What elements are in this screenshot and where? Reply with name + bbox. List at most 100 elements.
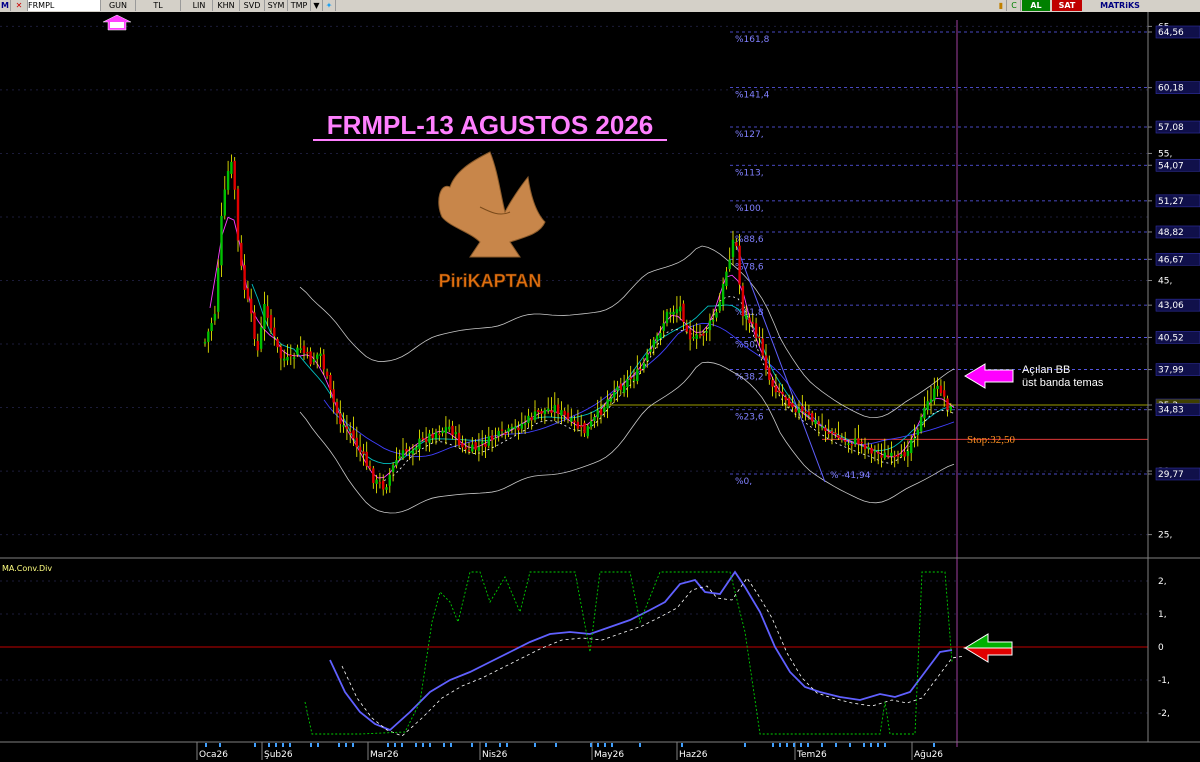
candle-body xyxy=(213,313,217,321)
dropdown-icon[interactable]: ▼ xyxy=(311,0,323,11)
candle-body xyxy=(910,439,913,454)
candle-body xyxy=(322,354,325,370)
fib-label: %113, xyxy=(735,168,764,178)
candle-body xyxy=(306,352,309,354)
volume-dot xyxy=(590,743,592,747)
candle-body xyxy=(537,410,540,413)
price-tick-label: 34,83 xyxy=(1158,406,1184,416)
candle-body xyxy=(312,359,316,362)
volume-dot xyxy=(744,743,746,747)
candle-body xyxy=(715,312,718,318)
candle-body xyxy=(675,309,679,314)
candle-body xyxy=(385,487,388,490)
volume-dot xyxy=(415,743,417,747)
twitter-icon[interactable]: ✦ xyxy=(323,0,336,11)
candle-body xyxy=(847,443,850,445)
candle-body xyxy=(873,450,877,452)
candle-body xyxy=(906,450,910,456)
candle-body xyxy=(778,390,781,393)
candle-body xyxy=(553,405,556,413)
symbol-button[interactable]: SYM xyxy=(265,0,288,11)
candle-body xyxy=(454,432,457,435)
candle-body xyxy=(474,442,477,450)
candle-body xyxy=(735,242,738,247)
candle-body xyxy=(246,288,250,300)
candle-body xyxy=(890,452,893,457)
candle-body xyxy=(632,379,636,381)
candle-body xyxy=(319,353,322,357)
volume-dot xyxy=(268,743,270,747)
lock-icon[interactable]: ▮ xyxy=(996,0,1007,11)
app-logo: M xyxy=(0,0,11,11)
candle-body xyxy=(415,447,418,451)
candle-body xyxy=(365,451,368,467)
volume-button[interactable]: SVD xyxy=(240,0,265,11)
volume-dot xyxy=(807,743,809,747)
candle-body xyxy=(662,323,665,331)
candle-body xyxy=(867,447,870,449)
candle-body xyxy=(688,330,692,340)
candle-body xyxy=(563,410,566,416)
buy-button[interactable]: AL xyxy=(1022,0,1050,11)
candle-body xyxy=(418,438,421,449)
candle-body xyxy=(368,466,372,469)
candle-body xyxy=(672,311,675,315)
volume-dot xyxy=(555,743,557,747)
candle-body xyxy=(814,420,817,425)
line-button[interactable]: LIN xyxy=(186,0,213,11)
candle-body xyxy=(652,340,655,348)
volume-dot xyxy=(786,743,788,747)
month-label: May26 xyxy=(594,750,624,760)
period-selector[interactable]: GUN xyxy=(101,0,136,11)
candle-body xyxy=(566,412,570,419)
candle-body xyxy=(530,416,533,421)
candle-body xyxy=(860,441,863,444)
candle-body xyxy=(764,355,768,370)
sell-button[interactable]: SAT xyxy=(1052,0,1082,11)
candle-body xyxy=(550,410,553,413)
candle-body xyxy=(807,411,811,416)
candle-body xyxy=(655,335,659,341)
candle-body xyxy=(203,341,207,344)
volume-dot xyxy=(205,743,207,747)
template-button[interactable]: TMP xyxy=(288,0,311,11)
candle-body xyxy=(428,433,431,443)
candle-body xyxy=(712,319,715,322)
candle-body xyxy=(240,242,243,266)
symbol-input[interactable]: FRMPL xyxy=(28,0,101,11)
candle-body xyxy=(296,347,299,355)
candle-body xyxy=(870,447,873,454)
brand-label: MATRiKS xyxy=(1100,1,1140,10)
volume-dot xyxy=(282,743,284,747)
candle-body xyxy=(685,324,688,332)
fib-label: %127, xyxy=(735,130,764,140)
candle-body xyxy=(616,386,619,391)
candle-body xyxy=(797,408,801,413)
candle-body xyxy=(877,452,880,454)
candle-body xyxy=(398,456,401,459)
candle-body xyxy=(820,426,824,429)
month-label: Şub26 xyxy=(264,750,293,760)
volume-dot xyxy=(800,743,802,747)
candle-body xyxy=(484,443,487,447)
volume-dot xyxy=(793,743,795,747)
candle-body xyxy=(207,331,210,342)
currency-selector[interactable]: TL xyxy=(136,0,181,11)
candle-body xyxy=(220,215,223,266)
candle-body xyxy=(893,455,896,458)
volume-dot xyxy=(352,743,354,747)
refresh-icon[interactable]: C xyxy=(1008,0,1021,11)
candle-button[interactable]: KHN xyxy=(213,0,240,11)
price-tick-label: 45, xyxy=(1158,277,1172,287)
chart-icon[interactable]: ✕ xyxy=(11,0,28,11)
candle-body xyxy=(619,383,622,390)
candle-body xyxy=(622,385,626,393)
volume-dot xyxy=(289,743,291,747)
volume-dot xyxy=(219,743,221,747)
candle-body xyxy=(896,454,900,457)
fib-label: %161,8 xyxy=(735,35,770,45)
candle-body xyxy=(586,426,589,437)
volume-dot xyxy=(877,743,879,747)
candle-body xyxy=(269,314,273,329)
candle-body xyxy=(421,437,424,440)
